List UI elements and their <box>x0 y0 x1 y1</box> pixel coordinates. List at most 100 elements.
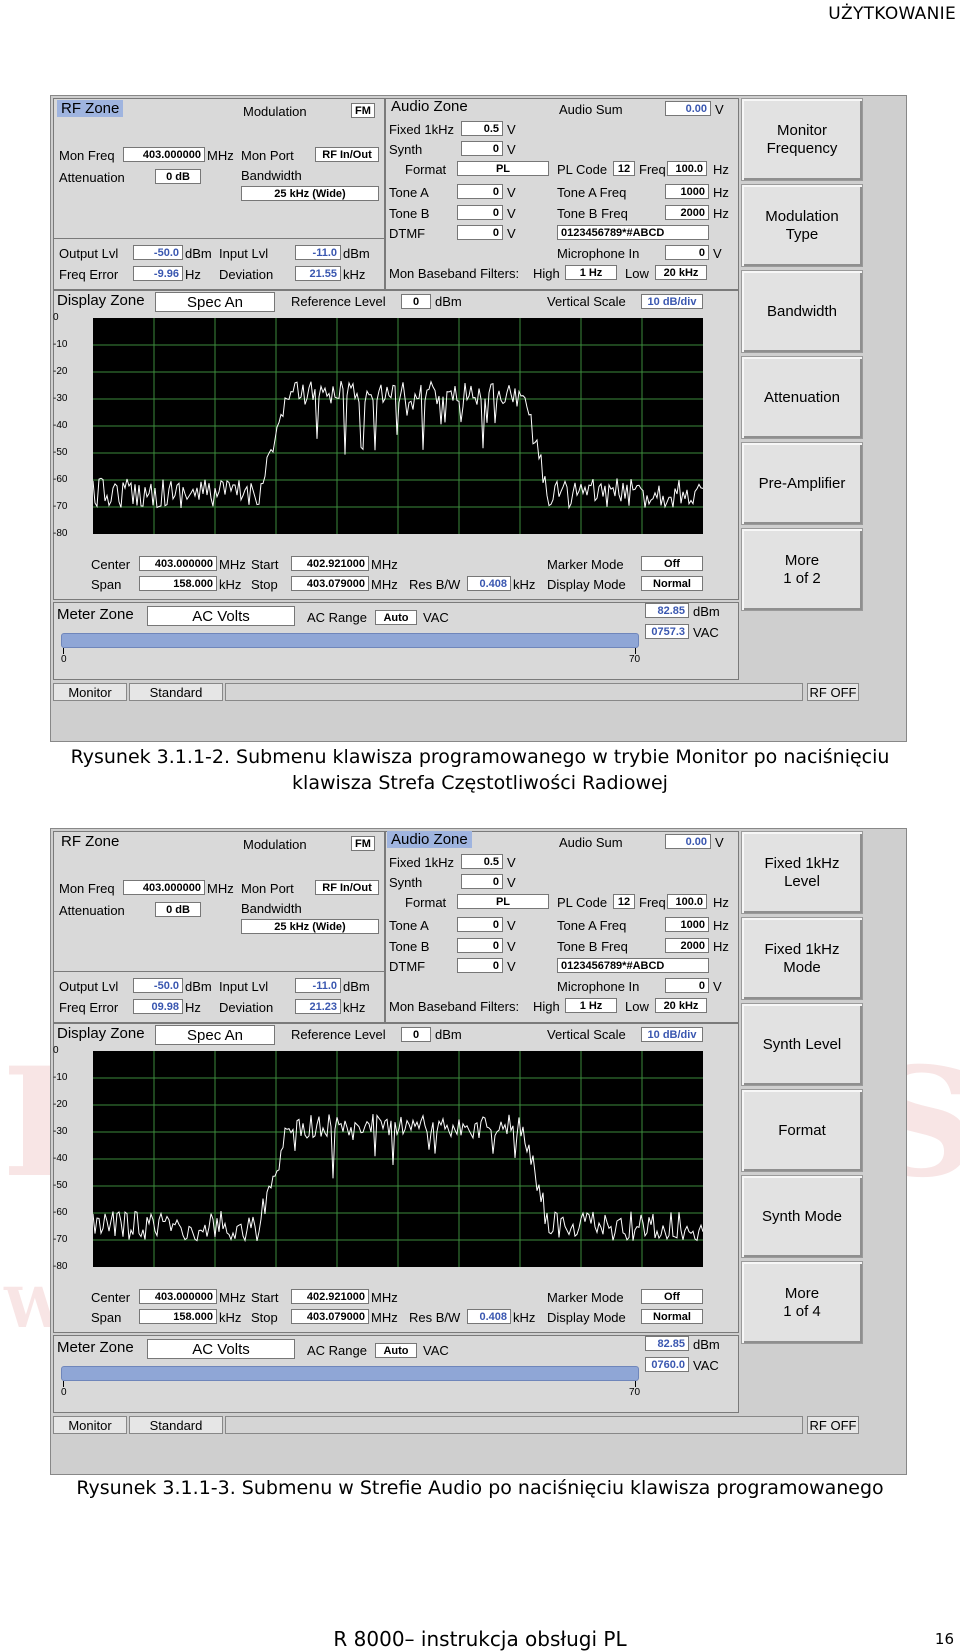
display-zone-title[interactable]: Display Zone <box>53 1025 149 1042</box>
center-field[interactable]: 403.000000 <box>139 1289 217 1304</box>
tab-monitor[interactable]: Monitor <box>53 1416 127 1434</box>
attenuation-field[interactable]: 0 dB <box>155 169 201 184</box>
display-zone-title[interactable]: Display Zone <box>53 292 149 309</box>
reference-level-field[interactable]: 0 <box>401 1027 431 1042</box>
tab-standard[interactable]: Standard <box>129 1416 223 1434</box>
softkey-5[interactable]: Synth Mode <box>741 1175 863 1258</box>
mon-freq-field[interactable]: 403.000000 <box>123 880 205 895</box>
meter-mode-field[interactable]: AC Volts <box>147 1339 295 1359</box>
tab-monitor[interactable]: Monitor <box>53 683 127 701</box>
high-field[interactable]: 1 Hz <box>565 998 617 1013</box>
start-field[interactable]: 402.921000 <box>291 1289 369 1304</box>
synth-field[interactable]: 0 <box>461 141 503 156</box>
center-field[interactable]: 403.000000 <box>139 556 217 571</box>
rf-zone-title[interactable]: RF Zone <box>57 833 123 850</box>
rf-off-button[interactable]: RF OFF <box>807 683 859 701</box>
audio-zone-title[interactable]: Audio Zone <box>387 98 472 115</box>
softkey-2[interactable]: Fixed 1kHz Mode <box>741 917 863 1000</box>
softkey-1[interactable]: Monitor Frequency <box>741 98 863 181</box>
figure-1-caption-line-1: Rysunek 3.1.1-2. Submenu klawisza progra… <box>70 746 890 768</box>
rf-zone-title[interactable]: RF Zone <box>57 100 124 117</box>
modulation-field[interactable]: FM <box>351 836 375 851</box>
microphone-field[interactable]: 0 <box>665 978 709 993</box>
ac-range-field[interactable]: Auto <box>375 610 417 625</box>
fixed-1khz-field[interactable]: 0.5 <box>461 121 503 136</box>
bandwidth-field[interactable]: 25 kHz (Wide) <box>241 186 379 201</box>
softkey-4[interactable]: Format <box>741 1089 863 1172</box>
mon-port-field[interactable]: RF In/Out <box>315 147 379 162</box>
pl-freq-field[interactable]: 100.0 <box>667 161 707 176</box>
tone-b-freq-field[interactable]: 2000 <box>665 938 709 953</box>
baseband-label: Mon Baseband Filters: <box>389 266 520 281</box>
span-field[interactable]: 158.000 <box>139 576 217 591</box>
format-field[interactable]: PL <box>457 894 549 909</box>
dtmf-field[interactable]: 0 <box>457 958 503 973</box>
vertical-scale-field[interactable]: 10 dB/div <box>641 1027 703 1042</box>
tab-standard[interactable]: Standard <box>129 683 223 701</box>
tone-a-freq-field[interactable]: 1000 <box>665 184 709 199</box>
fixed-1khz-field[interactable]: 0.5 <box>461 854 503 869</box>
display-mode-field[interactable]: Spec An <box>155 292 275 312</box>
dtmf-field[interactable]: 0 <box>457 225 503 240</box>
stop-label: Stop <box>251 577 278 592</box>
normal-mode-field[interactable]: Normal <box>641 576 703 591</box>
mon-freq-field[interactable]: 403.000000 <box>123 147 205 162</box>
audio-zone-title[interactable]: Audio Zone <box>387 831 472 848</box>
y-tick-label: -20 <box>53 1099 68 1110</box>
softkey-6[interactable]: More 1 of 4 <box>741 1261 863 1344</box>
bandwidth-field[interactable]: 25 kHz (Wide) <box>241 919 379 934</box>
modulation-field[interactable]: FM <box>351 103 375 118</box>
high-field[interactable]: 1 Hz <box>565 265 617 280</box>
span-label: Span <box>91 577 122 592</box>
fixed-1khz-unit: V <box>507 122 516 137</box>
tone-a-field[interactable]: 0 <box>457 917 503 932</box>
mon-port-field[interactable]: RF In/Out <box>315 880 379 895</box>
low-field[interactable]: 20 kHz <box>655 998 707 1013</box>
meter-mode-field[interactable]: AC Volts <box>147 606 295 626</box>
tone-b-freq-field[interactable]: 2000 <box>665 205 709 220</box>
audio-sum-field: 0.00 <box>665 834 711 849</box>
pl-code-field[interactable]: 12 <box>613 161 635 176</box>
tone-b-field[interactable]: 0 <box>457 938 503 953</box>
rf-off-button[interactable]: RF OFF <box>807 1416 859 1434</box>
marker-mode-field[interactable]: Off <box>641 1289 703 1304</box>
microphone-field[interactable]: 0 <box>665 245 709 260</box>
vertical-scale-field[interactable]: 10 dB/div <box>641 294 703 309</box>
pl-freq-field[interactable]: 100.0 <box>667 894 707 909</box>
display-mode-field[interactable]: Spec An <box>155 1025 275 1045</box>
tone-a-freq-field[interactable]: 1000 <box>665 917 709 932</box>
stop-field[interactable]: 403.079000 <box>291 576 369 591</box>
softkey-5[interactable]: Pre-Amplifier <box>741 442 863 525</box>
res-bw-field[interactable]: 0.408 <box>467 576 511 591</box>
softkey-6[interactable]: More 1 of 2 <box>741 528 863 611</box>
softkey-1[interactable]: Fixed 1kHz Level <box>741 831 863 914</box>
y-tick-label: -70 <box>53 1234 68 1245</box>
meter-scale-max: 70 <box>629 654 641 665</box>
dtmf-string-field[interactable]: 0123456789*#ABCD <box>557 958 709 973</box>
dtmf-string-field[interactable]: 0123456789*#ABCD <box>557 225 709 240</box>
span-label: Span <box>91 1310 122 1325</box>
meter-zone-title[interactable]: Meter Zone <box>53 1339 138 1356</box>
ac-range-field[interactable]: Auto <box>375 1343 417 1358</box>
marker-mode-field[interactable]: Off <box>641 556 703 571</box>
synth-field[interactable]: 0 <box>461 874 503 889</box>
res-bw-field[interactable]: 0.408 <box>467 1309 511 1324</box>
span-unit: kHz <box>219 577 242 592</box>
softkey-3[interactable]: Synth Level <box>741 1003 863 1086</box>
softkey-3[interactable]: Bandwidth <box>741 270 863 353</box>
softkey-4[interactable]: Attenuation <box>741 356 863 439</box>
reference-level-field[interactable]: 0 <box>401 294 431 309</box>
softkey-2[interactable]: Modulation Type <box>741 184 863 267</box>
meter-zone-title[interactable]: Meter Zone <box>53 606 138 623</box>
tone-a-field[interactable]: 0 <box>457 184 503 199</box>
start-field[interactable]: 402.921000 <box>291 556 369 571</box>
span-field[interactable]: 158.000 <box>139 1309 217 1324</box>
format-field[interactable]: PL <box>457 161 549 176</box>
stop-field[interactable]: 403.079000 <box>291 1309 369 1324</box>
low-field[interactable]: 20 kHz <box>655 265 707 280</box>
normal-mode-field[interactable]: Normal <box>641 1309 703 1324</box>
attenuation-field[interactable]: 0 dB <box>155 902 201 917</box>
tone-b-field[interactable]: 0 <box>457 205 503 220</box>
pl-code-field[interactable]: 12 <box>613 894 635 909</box>
meter-dbm-unit: dBm <box>693 1337 720 1352</box>
